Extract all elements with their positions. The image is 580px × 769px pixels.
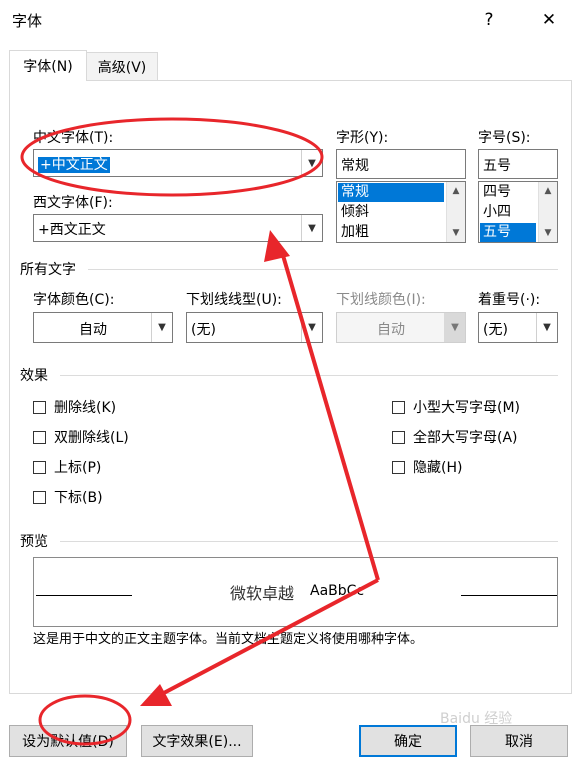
preview-sample-latin: AaBbCc: [310, 583, 365, 599]
font-size-value: 五号: [483, 158, 511, 174]
western-font-combobox[interactable]: +西文正文 ▼: [33, 214, 323, 242]
font-size-label: 字号(S):: [478, 130, 531, 146]
section-divider: [60, 541, 558, 542]
section-divider: [88, 269, 558, 270]
tab-advanced[interactable]: 高级(V): [86, 52, 158, 81]
list-item[interactable]: 加粗: [338, 223, 444, 242]
preview-box: 微软卓越 AaBbCc: [33, 557, 558, 627]
double-strikethrough-checkbox[interactable]: 双删除线(L): [33, 427, 129, 447]
checkbox-box[interactable]: [392, 400, 405, 414]
small-caps-checkbox[interactable]: 小型大写字母(M): [392, 397, 520, 417]
set-default-button[interactable]: 设为默认值(D): [9, 725, 127, 757]
font-size-input[interactable]: 五号: [478, 149, 558, 179]
checkbox-label: 双删除线(L): [54, 430, 129, 446]
cancel-button[interactable]: 取消: [470, 725, 568, 757]
chevron-down-icon: ▼: [444, 313, 465, 342]
font-color-combobox[interactable]: 自动 ▼: [33, 312, 173, 343]
text-effects-button[interactable]: 文字效果(E)...: [141, 725, 253, 757]
underline-color-label: 下划线颜色(I):: [336, 292, 426, 308]
preview-section-title: 预览: [20, 534, 48, 550]
hidden-checkbox[interactable]: 隐藏(H): [392, 457, 462, 477]
emphasis-mark-label: 着重号(·):: [478, 292, 541, 308]
font-color-label: 字体颜色(C):: [33, 292, 115, 308]
effects-section-title: 效果: [20, 368, 48, 384]
preview-sample-chinese: 微软卓越: [230, 584, 295, 603]
checkbox-box[interactable]: [33, 430, 46, 444]
underline-color-combobox: 自动 ▼: [336, 312, 466, 343]
font-style-input[interactable]: 常规: [336, 149, 466, 179]
checkbox-box[interactable]: [33, 460, 46, 474]
dialog-title: 字体: [12, 12, 43, 30]
font-style-value: 常规: [341, 158, 369, 174]
checkbox-box[interactable]: [33, 490, 46, 504]
scroll-up-icon[interactable]: ▲: [447, 186, 465, 196]
preview-baseline-left: [36, 595, 132, 596]
chevron-down-icon[interactable]: ▼: [301, 215, 322, 241]
underline-style-combobox[interactable]: (无) ▼: [186, 312, 323, 343]
checkbox-label: 删除线(K): [54, 400, 117, 416]
scroll-down-icon[interactable]: ▼: [539, 228, 557, 238]
chevron-down-icon[interactable]: ▼: [301, 150, 322, 176]
section-divider: [60, 375, 558, 376]
tab-font[interactable]: 字体(N): [9, 50, 87, 81]
underline-color-value: 自动: [377, 322, 405, 338]
subscript-checkbox[interactable]: 下标(B): [33, 487, 103, 507]
font-color-value: 自动: [79, 322, 107, 338]
font-style-listbox[interactable]: 常规 倾斜 加粗 ▲ ▼: [336, 181, 466, 243]
chinese-font-value: +中文正文: [38, 157, 110, 173]
checkbox-label: 上标(P): [54, 460, 102, 476]
chevron-down-icon[interactable]: ▼: [301, 313, 322, 342]
scroll-down-icon[interactable]: ▼: [447, 228, 465, 238]
chinese-font-label: 中文字体(T):: [33, 130, 114, 146]
checkbox-label: 下标(B): [54, 490, 103, 506]
scrollbar[interactable]: ▲ ▼: [446, 182, 465, 242]
help-button[interactable]: ?: [466, 4, 512, 36]
chevron-down-icon[interactable]: ▼: [151, 313, 172, 342]
checkbox-label: 隐藏(H): [413, 460, 463, 476]
checkbox-label: 小型大写字母(M): [413, 400, 521, 416]
watermark: Baidu 经验: [440, 711, 513, 727]
superscript-checkbox[interactable]: 上标(P): [33, 457, 101, 477]
checkbox-box[interactable]: [392, 430, 405, 444]
list-item[interactable]: 常规: [338, 183, 444, 202]
close-button[interactable]: ✕: [526, 4, 572, 36]
list-item[interactable]: 小四: [480, 203, 536, 222]
checkbox-box[interactable]: [392, 460, 405, 474]
western-font-value: +西文正文: [38, 222, 106, 238]
font-style-label: 字形(Y):: [336, 130, 389, 146]
scroll-up-icon[interactable]: ▲: [539, 186, 557, 196]
all-text-section-title: 所有文字: [20, 262, 76, 278]
close-icon: ✕: [541, 10, 557, 30]
emphasis-mark-combobox[interactable]: (无) ▼: [478, 312, 558, 343]
checkbox-box[interactable]: [33, 400, 46, 414]
all-caps-checkbox[interactable]: 全部大写字母(A): [392, 427, 518, 447]
western-font-label: 西文字体(F):: [33, 195, 113, 211]
list-item[interactable]: 五号: [480, 223, 536, 242]
strikethrough-checkbox[interactable]: 删除线(K): [33, 397, 116, 417]
underline-style-label: 下划线线型(U):: [186, 292, 282, 308]
font-size-listbox[interactable]: 四号 小四 五号 ▲ ▼: [478, 181, 558, 243]
preview-description: 这是用于中文的正文主题字体。当前文档主题定义将使用哪种字体。: [33, 632, 424, 647]
list-item[interactable]: 倾斜: [338, 203, 444, 222]
list-item[interactable]: 四号: [480, 183, 536, 202]
emphasis-mark-value: (无): [483, 322, 508, 338]
chevron-down-icon[interactable]: ▼: [536, 313, 557, 342]
preview-baseline-right: [461, 595, 557, 596]
chinese-font-combobox[interactable]: +中文正文 ▼: [33, 149, 323, 177]
ok-button[interactable]: 确定: [359, 725, 457, 757]
help-icon: ?: [484, 10, 494, 30]
scrollbar[interactable]: ▲ ▼: [538, 182, 557, 242]
checkbox-label: 全部大写字母(A): [413, 430, 518, 446]
underline-style-value: (无): [191, 322, 216, 338]
